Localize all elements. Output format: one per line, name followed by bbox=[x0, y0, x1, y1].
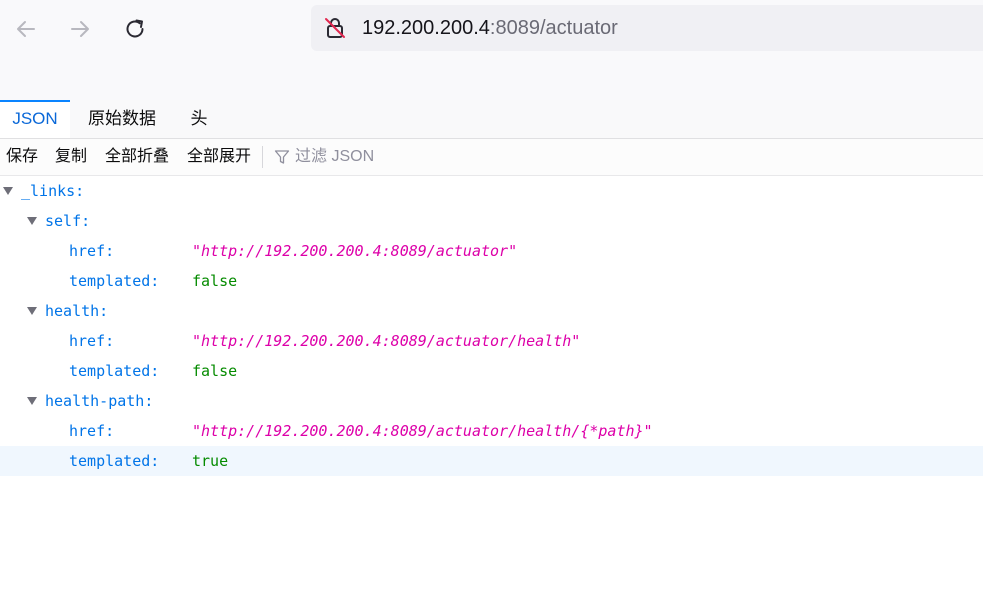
tab-raw-data[interactable]: 原始数据 bbox=[76, 100, 168, 138]
url-text[interactable]: 192.200.200.4:8089/actuator bbox=[362, 16, 618, 40]
back-button[interactable] bbox=[8, 11, 44, 47]
browser-navbar: 192.200.200.4:8089/actuator bbox=[0, 0, 983, 101]
save-button[interactable]: 保存 bbox=[6, 139, 38, 175]
tree-row-links[interactable]: _links: bbox=[0, 176, 983, 206]
json-boolean-value: true bbox=[192, 452, 229, 470]
json-string-value: "http://192.200.200.4:8089/actuator" bbox=[192, 242, 518, 260]
expand-triangle-icon[interactable] bbox=[26, 396, 38, 406]
expand-triangle-icon[interactable] bbox=[26, 306, 38, 316]
json-key: templated: bbox=[69, 272, 160, 290]
json-string-value: "http://192.200.200.4:8089/actuator/heal… bbox=[192, 332, 581, 350]
reload-icon bbox=[126, 19, 144, 38]
tree-row-self[interactable]: self: bbox=[0, 206, 983, 236]
json-key: health: bbox=[45, 302, 109, 320]
json-boolean-value: false bbox=[192, 362, 238, 380]
tree-row-health[interactable]: health: bbox=[0, 296, 983, 326]
tab-json[interactable]: JSON bbox=[0, 100, 70, 138]
expand-triangle-icon[interactable] bbox=[2, 186, 14, 196]
copy-button[interactable]: 复制 bbox=[55, 139, 87, 175]
tree-row-self-href[interactable]: href: "http://192.200.200.4:8089/actuato… bbox=[0, 236, 983, 266]
back-arrow-icon bbox=[17, 21, 35, 37]
json-key: templated: bbox=[69, 452, 160, 470]
filter-icon bbox=[274, 150, 290, 164]
json-key: href: bbox=[69, 422, 115, 440]
tree-row-health-path-href[interactable]: href: "http://192.200.200.4:8089/actuato… bbox=[0, 416, 983, 446]
href-value: http://192.200.200.4:8089/actuator bbox=[201, 242, 509, 260]
json-key: href: bbox=[69, 332, 115, 350]
viewer-tabbar: JSON 原始数据 头 bbox=[0, 100, 983, 139]
json-key: href: bbox=[69, 242, 115, 260]
insecure-lock-icon[interactable] bbox=[323, 16, 347, 40]
json-key: templated: bbox=[69, 362, 160, 380]
forward-arrow-icon bbox=[71, 21, 89, 37]
json-toolbar: 保存 复制 全部折叠 全部展开 bbox=[0, 139, 983, 176]
json-key: health-path: bbox=[45, 392, 154, 410]
tree-row-health-path[interactable]: health-path: bbox=[0, 386, 983, 416]
json-tree: _links: self: href: "http://192.200.200.… bbox=[0, 176, 983, 476]
json-boolean-value: false bbox=[192, 272, 238, 290]
url-host: 192.200.200.4 bbox=[362, 17, 490, 39]
collapse-all-button[interactable]: 全部折叠 bbox=[105, 139, 169, 175]
filter-json-input[interactable] bbox=[295, 145, 595, 169]
tree-row-health-href[interactable]: href: "http://192.200.200.4:8089/actuato… bbox=[0, 326, 983, 356]
url-bar[interactable]: 192.200.200.4:8089/actuator bbox=[311, 5, 983, 51]
json-string-value: "http://192.200.200.4:8089/actuator/heal… bbox=[192, 422, 653, 440]
json-key: self: bbox=[45, 212, 91, 230]
expand-all-button[interactable]: 全部展开 bbox=[187, 139, 251, 175]
tree-row-health-templated[interactable]: templated: false bbox=[0, 356, 983, 386]
json-key: _links: bbox=[21, 182, 85, 200]
toolbar-divider bbox=[262, 146, 263, 168]
tree-row-health-path-templated[interactable]: templated: true bbox=[0, 446, 983, 476]
url-path: :8089/actuator bbox=[489, 17, 618, 39]
reload-button[interactable] bbox=[117, 11, 153, 47]
expand-triangle-icon[interactable] bbox=[26, 216, 38, 226]
href-value: http://192.200.200.4:8089/actuator/healt… bbox=[201, 332, 572, 350]
forward-button[interactable] bbox=[62, 11, 98, 47]
href-value: http://192.200.200.4:8089/actuator/healt… bbox=[201, 422, 644, 440]
tab-headers[interactable]: 头 bbox=[180, 100, 218, 138]
tree-row-self-templated[interactable]: templated: false bbox=[0, 266, 983, 296]
